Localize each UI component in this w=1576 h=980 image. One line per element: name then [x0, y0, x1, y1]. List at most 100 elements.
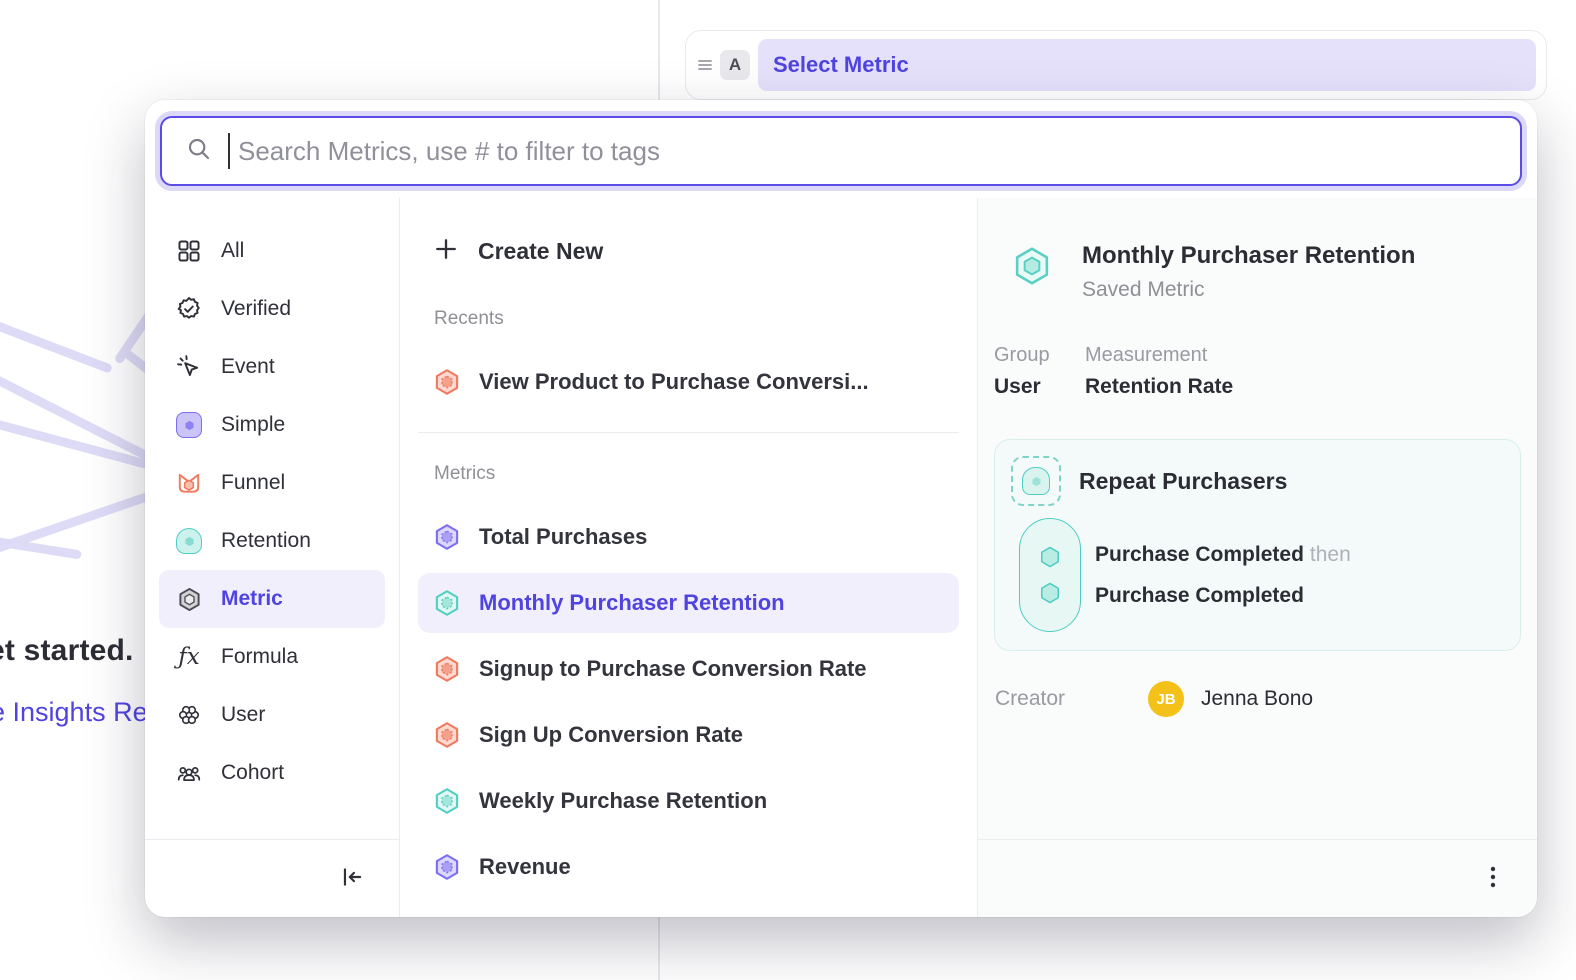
text-caret	[228, 133, 230, 169]
collapse-panel-button[interactable]	[335, 860, 369, 897]
verified-badge-icon	[175, 295, 203, 323]
detail-footer	[978, 839, 1537, 917]
sidebar-item-label: Funnel	[221, 471, 285, 495]
sidebar-item-all[interactable]: All	[159, 222, 385, 280]
sidebar-item-funnel[interactable]: Funnel	[159, 454, 385, 512]
sidebar-item-label: User	[221, 703, 265, 727]
sidebar-item-verified[interactable]: Verified	[159, 280, 385, 338]
saved-metric-definition-card: Repeat Purchasers Purchase Completed then…	[994, 439, 1521, 651]
list-item-label: Revenue	[479, 854, 571, 880]
retention-behavior-icon	[1011, 456, 1061, 506]
list-item-metric[interactable]: Signup to Purchase Conversion Rate	[418, 639, 959, 699]
sidebar-item-formula[interactable]: ƒx Formula	[159, 628, 385, 686]
kebab-menu-icon	[1481, 864, 1505, 893]
list-item-recent-metric[interactable]: View Product to Purchase Conversi...	[418, 352, 959, 412]
event-name: Purchase Completed	[1095, 584, 1304, 607]
metric-hexagon-icon	[432, 852, 462, 882]
drag-handle-icon[interactable]	[694, 54, 716, 76]
list-item-metric[interactable]: Total Purchases	[418, 507, 959, 567]
event-steps: Purchase Completed then Purchase Complete…	[1095, 543, 1351, 608]
event-hexagon-icon	[1037, 544, 1063, 570]
group-value: User	[994, 375, 1085, 399]
metric-detail-body: Monthly Purchaser Retention Saved Metric…	[978, 198, 1537, 839]
list-item-metric[interactable]: Weekly Purchase Retention	[418, 771, 959, 831]
filter-list: All Verified Event	[145, 198, 399, 839]
step-connector-label: then	[1310, 543, 1351, 566]
cohort-people-icon	[175, 759, 203, 787]
illustration-line	[0, 315, 113, 374]
retention-hexagon-icon	[432, 588, 462, 618]
event-step-1: Purchase Completed then	[1095, 543, 1351, 567]
metrics-section-label: Metrics	[434, 463, 977, 485]
metric-list-panel: Create New Recents View Product to Purch…	[400, 198, 978, 917]
funnel-hexagon-icon	[432, 720, 462, 750]
retention-hexagon-icon	[432, 786, 462, 816]
list-item-label: Total Purchases	[479, 524, 647, 550]
select-metric-button[interactable]: Select Metric	[758, 39, 1536, 91]
sidebar-item-event[interactable]: Event	[159, 338, 385, 396]
plus-icon	[432, 235, 460, 268]
recents-section-label: Recents	[434, 308, 977, 330]
search-box[interactable]	[160, 116, 1522, 186]
sidebar-item-retention[interactable]: Retention	[159, 512, 385, 570]
sidebar-item-simple[interactable]: Simple	[159, 396, 385, 454]
sidebar-footer	[145, 839, 399, 917]
creator-avatar: JB	[1148, 681, 1184, 717]
creator-name: Jenna Bono	[1201, 687, 1313, 711]
definition-card-title: Repeat Purchasers	[1079, 468, 1287, 495]
sidebar-item-label: Cohort	[221, 761, 284, 785]
funnel-hexagon-icon	[432, 367, 462, 397]
filter-sidebar: All Verified Event	[145, 198, 400, 917]
picker-columns: All Verified Event	[145, 198, 1537, 917]
create-new-label: Create New	[478, 238, 603, 265]
sidebar-item-label: Metric	[221, 587, 283, 611]
sidebar-item-metric[interactable]: Metric	[159, 570, 385, 628]
list-item-metric[interactable]: Sign Up Conversion Rate	[418, 705, 959, 765]
funnel-hexagon-icon	[432, 654, 462, 684]
background-insights-link-fragment[interactable]: e Insights Re	[0, 697, 148, 728]
list-item-label: View Product to Purchase Conversi...	[479, 369, 869, 395]
measurement-value: Retention Rate	[1085, 375, 1233, 399]
detail-subtitle: Saved Metric	[1082, 278, 1415, 302]
metric-detail-panel: Monthly Purchaser Retention Saved Metric…	[978, 198, 1537, 917]
saved-metric-hexagon-icon	[1010, 244, 1054, 288]
grid-icon	[175, 237, 203, 265]
sidebar-item-label: Simple	[221, 413, 285, 437]
simple-metric-icon	[175, 411, 203, 439]
sidebar-item-label: Retention	[221, 529, 311, 553]
metric-picker-popover: All Verified Event	[145, 100, 1537, 917]
group-label: Group	[994, 344, 1085, 367]
search-input[interactable]	[236, 135, 1496, 168]
list-item-metric[interactable]: Revenue	[418, 837, 959, 897]
sidebar-item-label: Verified	[221, 297, 291, 321]
section-divider	[418, 432, 959, 433]
metric-hexagon-icon	[175, 585, 203, 613]
event-name: Purchase Completed	[1095, 543, 1304, 566]
retention-metric-icon	[175, 527, 203, 555]
funnel-metric-icon	[175, 469, 203, 497]
sidebar-item-user[interactable]: User	[159, 686, 385, 744]
query-letter-badge[interactable]: A	[720, 50, 750, 80]
search-icon	[186, 136, 212, 167]
sidebar-item-label: All	[221, 239, 244, 263]
detail-fields: Group User Measurement Retention Rate	[994, 344, 1521, 399]
event-step-2: Purchase Completed	[1095, 584, 1351, 608]
event-sequence-capsule	[1019, 518, 1081, 632]
metric-hexagon-icon	[432, 522, 462, 552]
sidebar-item-label: Event	[221, 355, 275, 379]
creator-row: Creator JB Jenna Bono	[995, 681, 1521, 717]
collapse-left-icon	[339, 864, 365, 893]
list-item-metric-selected[interactable]: Monthly Purchaser Retention	[418, 573, 959, 633]
measurement-label: Measurement	[1085, 344, 1233, 367]
cursor-click-icon	[175, 353, 203, 381]
event-hexagon-icon	[1037, 580, 1063, 606]
create-new-button[interactable]: Create New	[418, 228, 959, 274]
sidebar-item-cohort[interactable]: Cohort	[159, 744, 385, 802]
sidebar-item-label: Formula	[221, 645, 298, 669]
creator-label: Creator	[995, 687, 1148, 711]
more-options-button[interactable]	[1477, 860, 1509, 897]
list-item-label: Signup to Purchase Conversion Rate	[479, 656, 867, 682]
detail-header: Monthly Purchaser Retention Saved Metric	[1010, 242, 1521, 302]
search-area	[145, 100, 1537, 198]
background-headline-fragment: et started.	[0, 634, 134, 668]
